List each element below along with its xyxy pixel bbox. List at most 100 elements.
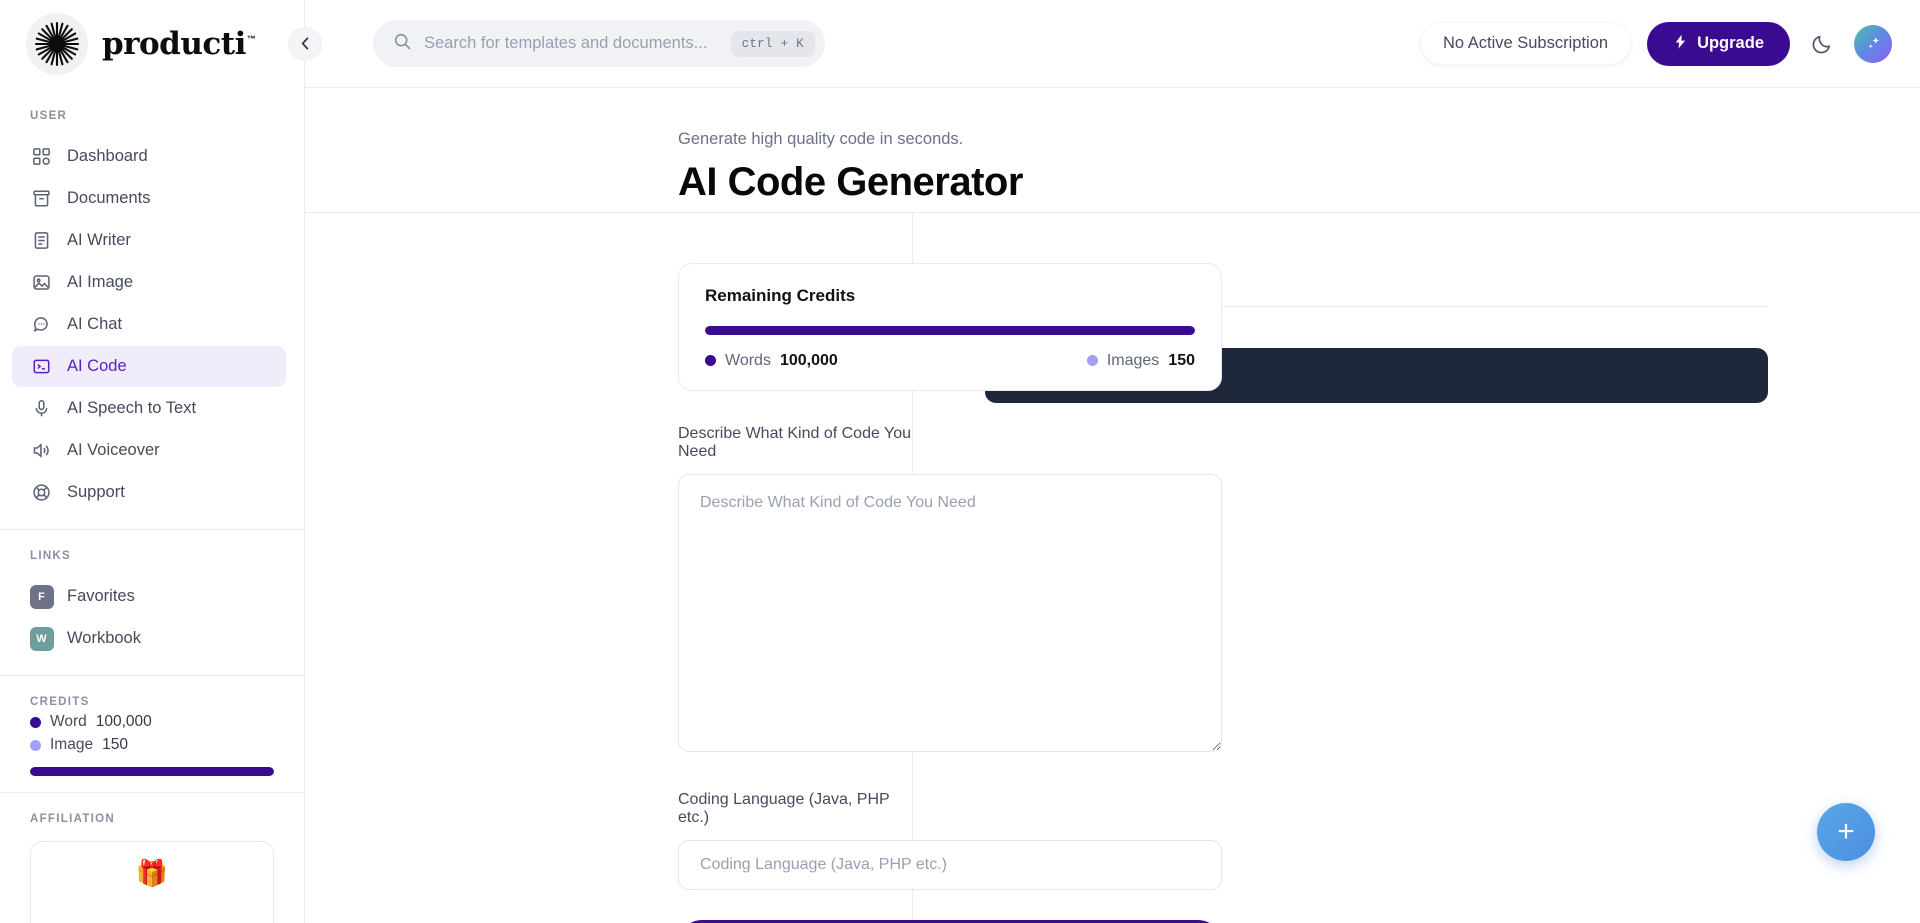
sidebar-item-dashboard[interactable]: Dashboard — [12, 136, 286, 177]
sidebar-item-label: AI Voiceover — [67, 441, 160, 460]
sidebar-item-favorites[interactable]: F Favorites — [12, 576, 286, 617]
sidebar-item-label: Dashboard — [67, 147, 148, 166]
words-legend-dot — [705, 355, 716, 366]
credits-words-legend: Words 100,000 — [705, 352, 838, 370]
remaining-credits-title: Remaining Credits — [705, 286, 1195, 306]
sidebar-item-label: Documents — [67, 189, 150, 208]
app-root: producti™ USER Dashboard — [0, 0, 1920, 923]
page-title: AI Code Generator — [678, 160, 1920, 205]
sidebar-item-ai-voiceover[interactable]: AI Voiceover — [12, 430, 286, 471]
terminal-icon — [31, 356, 52, 377]
word-credit-dot — [30, 717, 41, 728]
sidebar-credits-section: CREDITS Word 100,000 Image 150 — [0, 676, 304, 776]
document-text-icon — [31, 230, 52, 251]
generator-form-pane: Remaining Credits Words 100,000 Images 1… — [305, 213, 912, 923]
subscription-status-badge: No Active Subscription — [1421, 23, 1630, 64]
image-credit-value: 150 — [102, 736, 128, 754]
search-bar[interactable]: ctrl + K — [373, 20, 825, 67]
microphone-icon — [31, 398, 52, 419]
upgrade-button-label: Upgrade — [1697, 34, 1764, 53]
sidebar-collapse-button[interactable] — [288, 27, 322, 61]
remaining-credits-card: Remaining Credits Words 100,000 Images 1… — [678, 263, 1222, 391]
sidebar-item-ai-image[interactable]: AI Image — [12, 262, 286, 303]
topbar-right-group: No Active Subscription Upgrade — [1421, 22, 1892, 66]
images-legend-label: Images — [1107, 352, 1159, 370]
lightning-bolt-icon — [1673, 34, 1688, 54]
word-credit-label: Word — [50, 713, 87, 731]
workbook-badge-icon: W — [31, 628, 52, 649]
image-credit-dot — [30, 740, 41, 751]
remaining-credits-legend: Words 100,000 Images 150 — [705, 352, 1195, 370]
upgrade-button[interactable]: Upgrade — [1647, 22, 1790, 66]
sidebar-item-support[interactable]: Support — [12, 472, 286, 513]
topbar: ctrl + K No Active Subscription Upgrade — [305, 0, 1920, 88]
workbook-badge-letter: W — [30, 627, 54, 651]
search-icon — [393, 32, 412, 56]
credits-images-legend: Images 150 — [1087, 352, 1195, 370]
sidebar-item-ai-chat[interactable]: AI Chat — [12, 304, 286, 345]
sidebar-item-documents[interactable]: Documents — [12, 178, 286, 219]
archive-icon — [31, 188, 52, 209]
affiliation-card[interactable]: 🎁 — [30, 841, 274, 923]
coding-language-input[interactable] — [678, 840, 1222, 890]
page-header: Generate high quality code in seconds. A… — [305, 88, 1920, 212]
brand-name: producti™ — [102, 29, 255, 60]
sidebar-item-workbook[interactable]: W Workbook — [12, 618, 286, 659]
theme-toggle-button[interactable] — [1807, 29, 1837, 59]
sidebar-item-label: AI Chat — [67, 315, 122, 334]
sidebar-item-ai-code[interactable]: AI Code — [12, 346, 286, 387]
brand-logo[interactable]: producti™ — [0, 0, 304, 88]
grid-icon — [31, 146, 52, 167]
search-input[interactable] — [424, 34, 719, 53]
images-legend-dot — [1087, 355, 1098, 366]
describe-field-label: Describe What Kind of Code You Need — [678, 425, 912, 461]
sidebar-affiliation-section: AFFILIATION 🎁 — [0, 793, 304, 923]
words-legend-value: 100,000 — [780, 352, 838, 370]
sidebar-item-label: AI Image — [67, 273, 133, 292]
chevron-left-icon — [298, 36, 313, 51]
sidebar-item-label: Support — [67, 483, 125, 502]
sidebar-item-ai-writer[interactable]: AI Writer — [12, 220, 286, 261]
chat-bubble-icon — [31, 314, 52, 335]
image-icon — [31, 272, 52, 293]
sidebar-links-list: F Favorites W Workbook — [0, 576, 304, 659]
content-area: Remaining Credits Words 100,000 Images 1… — [305, 213, 1920, 923]
sidebar: producti™ USER Dashboard — [0, 0, 305, 923]
section-label-credits: CREDITS — [0, 696, 304, 708]
image-credit-label: Image — [50, 736, 93, 754]
favorites-badge-icon: F — [31, 586, 52, 607]
moon-icon — [1811, 33, 1833, 55]
speaker-wave-icon — [31, 440, 52, 461]
sidebar-credits-progress — [30, 767, 274, 776]
sidebar-item-label: AI Writer — [67, 231, 131, 250]
lifebuoy-icon — [31, 482, 52, 503]
sidebar-user-list: Dashboard Documents — [0, 136, 304, 513]
images-legend-value: 150 — [1168, 352, 1195, 370]
sidebar-item-label: Workbook — [67, 629, 141, 648]
sidebar-item-label: AI Code — [67, 357, 127, 376]
word-credit-value: 100,000 — [96, 713, 152, 731]
sidebar-links-section: LINKS F Favorites W Workbook — [0, 530, 304, 659]
sparkles-avatar-icon — [1864, 34, 1883, 53]
section-label-affiliation: AFFILIATION — [0, 813, 304, 825]
gift-icon: 🎁 — [136, 858, 168, 889]
plus-icon: + — [1837, 815, 1855, 849]
language-field-label: Coding Language (Java, PHP etc.) — [678, 791, 912, 827]
starburst-icon — [26, 13, 88, 75]
sidebar-credit-word: Word 100,000 — [0, 713, 304, 731]
describe-code-textarea[interactable] — [678, 474, 1222, 752]
page-subtitle: Generate high quality code in seconds. — [678, 130, 1920, 149]
main-area: ctrl + K No Active Subscription Upgrade — [305, 0, 1920, 923]
sidebar-scroll: USER Dashboard — [0, 88, 304, 923]
sidebar-item-label: Favorites — [67, 587, 135, 606]
search-shortcut-badge: ctrl + K — [731, 31, 815, 57]
avatar[interactable] — [1854, 25, 1892, 63]
sidebar-item-ai-speech-to-text[interactable]: AI Speech to Text — [12, 388, 286, 429]
section-label-links: LINKS — [0, 550, 304, 562]
section-label-user: USER — [0, 110, 304, 122]
sidebar-item-label: AI Speech to Text — [67, 399, 196, 418]
trademark-symbol: ™ — [247, 34, 256, 44]
remaining-credits-progress — [705, 326, 1195, 335]
new-chat-fab-button[interactable]: + — [1817, 803, 1875, 861]
sidebar-user-section: USER Dashboard — [0, 88, 304, 513]
